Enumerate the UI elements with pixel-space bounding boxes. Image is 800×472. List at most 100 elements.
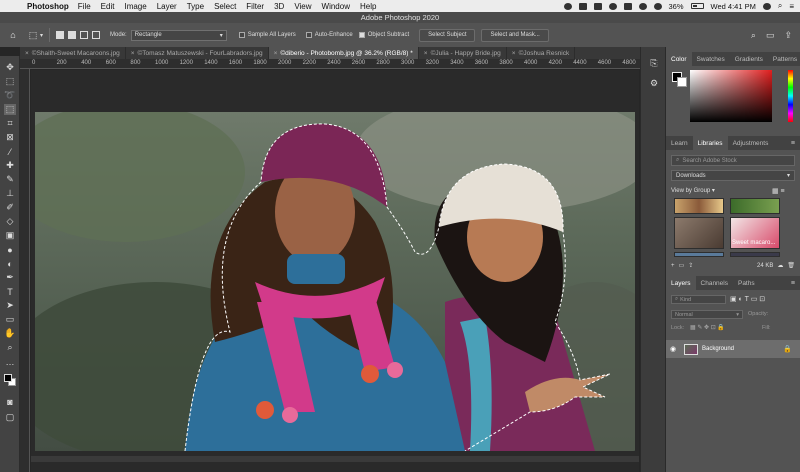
clone-stamp-tool-icon[interactable]: ⊥ xyxy=(4,188,16,199)
document-image[interactable] xyxy=(35,112,635,451)
close-icon[interactable]: × xyxy=(25,50,29,57)
library-thumb-people[interactable] xyxy=(674,217,724,249)
tool-preset-chevron-icon[interactable]: ▾ xyxy=(40,32,43,39)
blend-mode-select[interactable]: Normal ▾ xyxy=(671,310,743,319)
zoom-tool-icon[interactable]: ⌕ xyxy=(4,342,16,353)
upload-icon[interactable]: ⇪ xyxy=(688,262,693,269)
gradient-tool-icon[interactable]: ▣ xyxy=(4,230,16,241)
canvas-area[interactable] xyxy=(31,70,639,472)
stock-search-input[interactable]: ⌕ Search Adobe Stock xyxy=(671,155,795,166)
close-icon[interactable]: × xyxy=(424,50,428,57)
dropbox-icon[interactable] xyxy=(578,2,587,10)
dodge-tool-icon[interactable]: ◐ xyxy=(4,258,16,269)
close-icon[interactable]: × xyxy=(274,50,278,57)
display-icon[interactable] xyxy=(623,2,632,10)
time-machine-icon[interactable] xyxy=(608,2,617,10)
close-icon[interactable]: × xyxy=(131,50,135,57)
library-thumb-partial[interactable] xyxy=(730,252,780,257)
eyedropper-tool-icon[interactable]: ⁄ xyxy=(4,146,16,157)
menu-file[interactable]: File xyxy=(78,2,91,11)
shield-icon[interactable] xyxy=(593,2,602,10)
panel-menu-icon[interactable]: ≡ xyxy=(791,280,795,287)
view-by-select[interactable]: View by Group ▾ xyxy=(671,187,715,194)
layer-filter-icons[interactable]: ▣ ◐ T ▭ ⊡ xyxy=(730,295,765,303)
screen-mode-icon[interactable]: ▢ xyxy=(4,412,16,423)
pen-tool-icon[interactable]: ✒ xyxy=(4,272,16,283)
menu-layer[interactable]: Layer xyxy=(157,2,177,11)
tab-four-labradors[interactable]: × ©Tomasz Matuszewski - FourLabradors.jpg xyxy=(126,47,269,59)
menu-select[interactable]: Select xyxy=(214,2,236,11)
library-thumb-partial[interactable] xyxy=(674,252,724,257)
tab-layers[interactable]: Layers xyxy=(666,276,696,290)
library-thumb-leaves[interactable] xyxy=(730,198,780,214)
add-icon[interactable]: + xyxy=(671,263,675,269)
grid-view-icon[interactable]: ▦ ≡ xyxy=(772,187,785,195)
auto-enhance-checkbox[interactable]: Auto-Enhance xyxy=(305,32,353,38)
history-brush-tool-icon[interactable]: ✐ xyxy=(4,202,16,213)
layer-row-background[interactable]: ◉ Background 🔒 xyxy=(666,340,800,358)
menu-filter[interactable]: Filter xyxy=(246,2,264,11)
tab-joshua-resnick[interactable]: × ©Joshua Resnick xyxy=(507,47,576,59)
subtract-from-selection-icon[interactable] xyxy=(80,31,89,39)
lock-icon[interactable]: 🔒 xyxy=(783,345,792,353)
menu-3d[interactable]: 3D xyxy=(274,2,284,11)
folder-icon[interactable]: ▭ xyxy=(679,262,685,269)
more-tools-icon[interactable]: … xyxy=(4,356,16,367)
add-to-selection-icon[interactable] xyxy=(68,31,77,39)
menu-view[interactable]: View xyxy=(294,2,311,11)
tab-color[interactable]: Color xyxy=(666,52,692,66)
close-icon[interactable]: × xyxy=(512,50,516,57)
tab-photobomb[interactable]: × ©diberio - Photobomb.jpg @ 36.2% (RGB/8… xyxy=(268,47,419,59)
sample-all-layers-checkbox[interactable]: Sample All Layers xyxy=(238,32,296,38)
app-menu[interactable]: Photoshop xyxy=(27,2,69,11)
new-selection-icon[interactable] xyxy=(56,31,65,39)
layer-filter-kind[interactable]: ⌕ Kind xyxy=(671,295,726,304)
tab-adjustments[interactable]: Adjustments xyxy=(728,136,774,150)
search-icon[interactable]: ⌕ xyxy=(778,1,782,11)
path-selection-tool-icon[interactable]: ➤ xyxy=(4,300,16,311)
horizontal-ruler[interactable]: 0 200 400 600 800 1000 1200 1400 1600 1800 2000 220… xyxy=(20,59,640,69)
panel-menu-icon[interactable]: ≡ xyxy=(791,140,795,147)
home-icon[interactable]: ⌂ xyxy=(7,29,19,41)
tab-patterns[interactable]: Patterns xyxy=(768,52,800,66)
tab-swatches[interactable]: Swatches xyxy=(692,52,730,66)
quick-mask-icon[interactable]: ◙ xyxy=(4,396,16,407)
mode-select[interactable]: Rectangle ▾ xyxy=(130,29,227,41)
tab-gradients[interactable]: Gradients xyxy=(730,52,768,66)
menu-type[interactable]: Type xyxy=(187,2,204,11)
menu-window[interactable]: Window xyxy=(322,2,350,11)
menu-image[interactable]: Image xyxy=(124,2,146,11)
eye-icon[interactable]: ◉ xyxy=(666,345,680,353)
library-select[interactable]: Downloads ▾ xyxy=(671,170,795,181)
workspace-icon[interactable]: ▭ xyxy=(766,30,775,41)
wifi-icon[interactable] xyxy=(638,2,647,10)
eraser-tool-icon[interactable]: ◇ xyxy=(4,216,16,227)
blur-tool-icon[interactable]: ● xyxy=(4,244,16,255)
color-picker-field[interactable] xyxy=(690,70,772,122)
battery-percent[interactable]: 36% xyxy=(669,2,684,11)
tab-paths[interactable]: Paths xyxy=(733,276,760,290)
properties-panel-icon[interactable]: ⚙ xyxy=(648,77,660,89)
tab-libraries[interactable]: Libraries xyxy=(692,136,728,150)
marquee-tool-icon[interactable]: ⬚ xyxy=(4,76,16,87)
intersect-selection-icon[interactable] xyxy=(92,31,101,39)
menu-help[interactable]: Help xyxy=(360,2,376,11)
lasso-tool-icon[interactable]: ➰ xyxy=(4,90,16,101)
lock-icons[interactable]: ▦ ✎ ✥ ⊡ 🔒 xyxy=(690,324,725,331)
brush-tool-icon[interactable]: ✎ xyxy=(4,174,16,185)
creative-cloud-icon[interactable] xyxy=(563,2,572,10)
object-subtract-checkbox[interactable]: Object Subtract xyxy=(358,32,409,38)
volume-icon[interactable] xyxy=(653,2,662,10)
history-panel-icon[interactable]: ⎘ xyxy=(648,57,660,69)
type-tool-icon[interactable]: T xyxy=(4,286,16,297)
vertical-ruler[interactable] xyxy=(20,69,30,472)
library-thumb-macaroons[interactable] xyxy=(674,198,724,214)
move-tool-icon[interactable]: ✥ xyxy=(4,62,16,73)
object-selection-tool-icon[interactable]: ⬚ xyxy=(27,29,39,41)
menu-edit[interactable]: Edit xyxy=(101,2,115,11)
hue-slider[interactable] xyxy=(788,70,793,122)
tab-sweet-macaroons[interactable]: × ©Shaith-Sweet Macaroons.jpg xyxy=(20,47,126,59)
background-color-swatch[interactable] xyxy=(677,77,687,87)
tab-happy-bride[interactable]: × ©Julia - Happy Bride.jpg xyxy=(419,47,507,59)
foreground-color-swatch[interactable] xyxy=(4,374,12,382)
